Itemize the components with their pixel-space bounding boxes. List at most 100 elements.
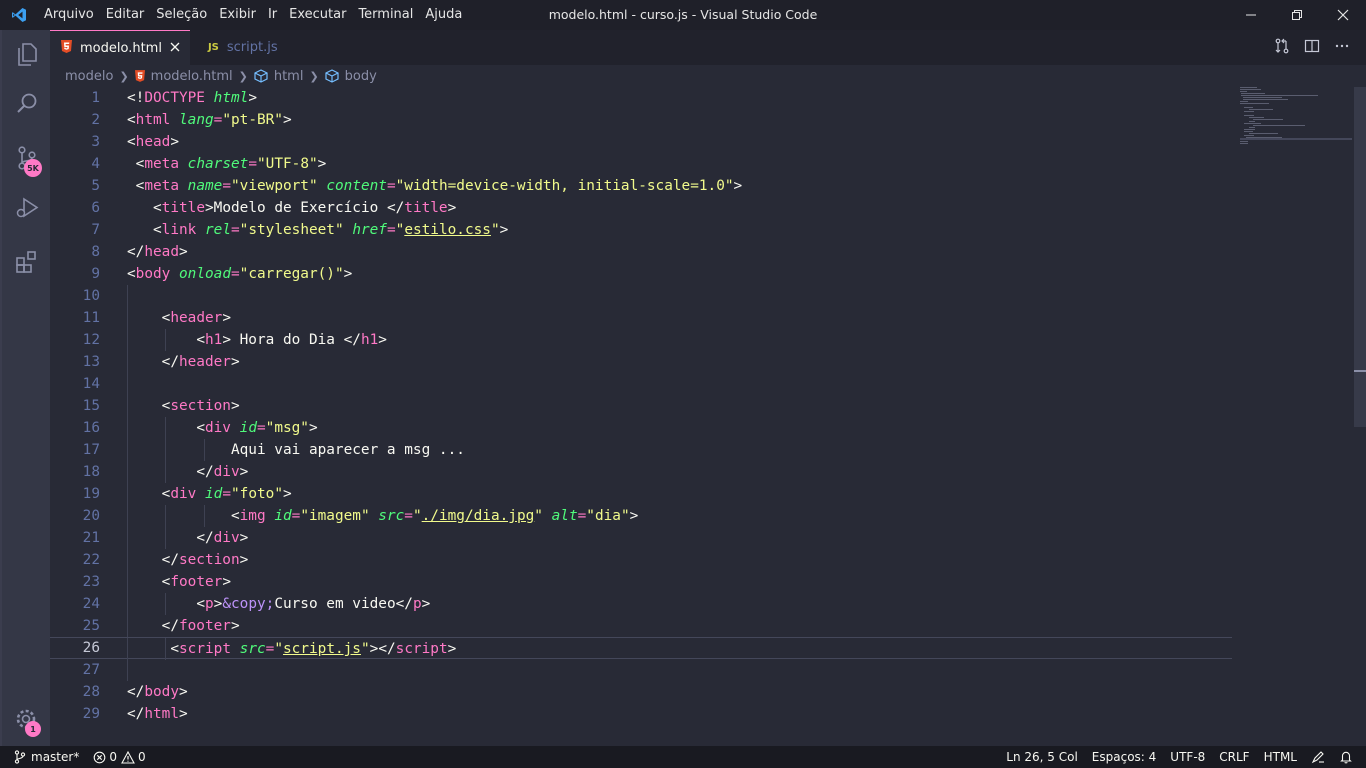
minimap-current-line <box>1240 138 1352 140</box>
minimap-line <box>1248 109 1273 110</box>
git-branch-icon <box>14 750 26 764</box>
code-line[interactable]: </html> <box>127 703 1232 725</box>
line-number: 7 <box>91 222 100 238</box>
extensions-button[interactable] <box>2 238 52 286</box>
search-icon <box>17 93 37 113</box>
line-number: 2 <box>91 112 100 128</box>
code-editor[interactable]: 1 2 3 4 5 6 7 8 9 10 11 12 13 14 15 16 17 18 19 20 21 22 23 24 2… <box>50 87 1366 746</box>
tab-modelo-html[interactable]: modelo.html <box>50 30 190 65</box>
code-line[interactable]: <!DOCTYPE html> <box>127 87 1232 109</box>
code-line[interactable] <box>127 659 1232 681</box>
vertical-scrollbar[interactable] <box>1354 87 1366 427</box>
code-line[interactable] <box>127 285 1232 307</box>
breadcrumb-body[interactable]: body <box>345 69 377 84</box>
code-line[interactable]: </body> <box>127 681 1232 703</box>
code-line[interactable]: <body onload="carregar()"> <box>127 263 1232 285</box>
line-number: 14 <box>82 376 100 392</box>
minimap-line <box>1240 87 1257 88</box>
breadcrumb-html[interactable]: html <box>274 69 304 84</box>
line-number: 15 <box>82 398 100 414</box>
code-line[interactable]: <header> <box>127 307 1232 329</box>
line-number: 16 <box>82 420 100 436</box>
code-line[interactable]: <footer> <box>127 571 1232 593</box>
code-line[interactable]: <div id="msg"> <box>127 417 1232 439</box>
breadcrumb: modelo ❯ modelo.html ❯ html ❯ body <box>50 65 1366 87</box>
error-count: 0 <box>109 750 117 764</box>
explorer-button[interactable] <box>2 30 52 78</box>
minimap-line <box>1244 131 1254 132</box>
code-line[interactable]: <meta charset="UTF-8"> <box>127 153 1232 175</box>
language-mode[interactable]: HTML <box>1257 746 1304 768</box>
line-number: 20 <box>82 508 100 524</box>
problems-status[interactable]: 0 0 <box>86 746 152 768</box>
minimap-line <box>1248 127 1256 128</box>
manage-button[interactable]: 1 <box>2 696 52 744</box>
compare-changes-icon[interactable] <box>1274 38 1290 58</box>
code-line[interactable]: <h1> Hora do Dia </h1> <box>127 329 1232 351</box>
current-code-line[interactable]: <script src="script.js"></script> <box>50 637 1232 660</box>
search-button[interactable] <box>2 80 52 128</box>
encoding[interactable]: UTF-8 <box>1163 746 1212 768</box>
status-bar: master* 0 0 Ln 26, 5 Col Espaços: 4 UTF-… <box>0 746 1366 768</box>
menu-exibir[interactable]: Exibir <box>213 0 262 30</box>
source-control-badge: 5K <box>24 159 42 177</box>
minimap-line <box>1244 107 1254 108</box>
end-of-line[interactable]: CRLF <box>1212 746 1256 768</box>
split-editor-icon[interactable] <box>1304 38 1320 58</box>
js-icon: JS <box>207 42 219 53</box>
indentation[interactable]: Espaços: 4 <box>1085 746 1164 768</box>
code-line[interactable]: </footer> <box>127 615 1232 637</box>
notifications-icon[interactable] <box>1332 746 1360 768</box>
code-line[interactable]: <meta name="viewport" content="width=dev… <box>127 175 1232 197</box>
menu-terminal[interactable]: Terminal <box>352 0 419 30</box>
line-number: 9 <box>91 266 100 282</box>
close-window-button[interactable] <box>1320 0 1366 30</box>
more-actions-icon[interactable] <box>1334 38 1350 58</box>
warning-count: 0 <box>137 750 146 764</box>
code-line[interactable]: <html lang="pt-BR"> <box>127 109 1232 131</box>
minimap-line <box>1240 141 1248 142</box>
code-line[interactable]: <p>&copy;Curso em video</p> <box>127 593 1232 615</box>
menu-ajuda[interactable]: Ajuda <box>419 0 468 30</box>
menu-editar[interactable]: Editar <box>100 0 151 30</box>
cursor-position[interactable]: Ln 26, 5 Col <box>999 746 1085 768</box>
minimap-line <box>1244 111 1255 112</box>
warning-icon <box>121 750 135 764</box>
code-line[interactable]: <head> <box>127 131 1232 153</box>
minimap-line <box>1240 91 1247 92</box>
line-number: 5 <box>91 178 100 194</box>
line-number: 27 <box>82 662 100 678</box>
code-line[interactable]: </header> <box>127 351 1232 373</box>
minimize-button[interactable] <box>1228 0 1274 30</box>
restore-button[interactable] <box>1274 0 1320 30</box>
source-control-button[interactable]: 5K <box>2 134 52 182</box>
menu-ir[interactable]: Ir <box>262 0 283 30</box>
menu-executar[interactable]: Executar <box>283 0 352 30</box>
line-number: 23 <box>82 574 100 590</box>
code-line[interactable]: <section> <box>127 395 1232 417</box>
close-tab-icon[interactable] <box>170 41 180 56</box>
minimize-icon <box>1246 14 1256 16</box>
menu-arquivo[interactable]: Arquivo <box>38 0 100 30</box>
breadcrumb-file[interactable]: modelo.html <box>151 69 233 84</box>
feedback-icon[interactable] <box>1304 746 1332 768</box>
code-line[interactable]: Aqui vai aparecer a msg ... <box>127 439 1232 461</box>
code-line[interactable]: <div id="foto"> <box>127 483 1232 505</box>
code-line[interactable]: <link rel="stylesheet" href="estilo.css"… <box>127 219 1232 241</box>
run-debug-button[interactable] <box>2 184 52 232</box>
tab-script-js[interactable]: JS script.js <box>189 30 310 65</box>
minimap-line <box>1243 99 1289 100</box>
code-line[interactable] <box>127 373 1232 395</box>
code-line[interactable]: <img id="imagem" src="./img/dia.jpg" alt… <box>127 505 1232 527</box>
code-line[interactable]: <title>Modelo de Exercício </title> <box>127 197 1232 219</box>
menu-selecao[interactable]: Seleção <box>150 0 213 30</box>
code-area[interactable]: <!DOCTYPE html> <html lang="pt-BR"> <hea… <box>50 87 1232 725</box>
breadcrumb-folder[interactable]: modelo <box>65 69 113 84</box>
code-line[interactable]: </section> <box>127 549 1232 571</box>
code-line[interactable]: </div> <box>127 527 1232 549</box>
minimap-line <box>1244 115 1255 116</box>
code-line[interactable]: </div> <box>127 461 1232 483</box>
branch-status[interactable]: master* <box>0 746 86 768</box>
code-line[interactable]: </head> <box>127 241 1232 263</box>
scrollbar-cursor-marker <box>1354 370 1366 372</box>
